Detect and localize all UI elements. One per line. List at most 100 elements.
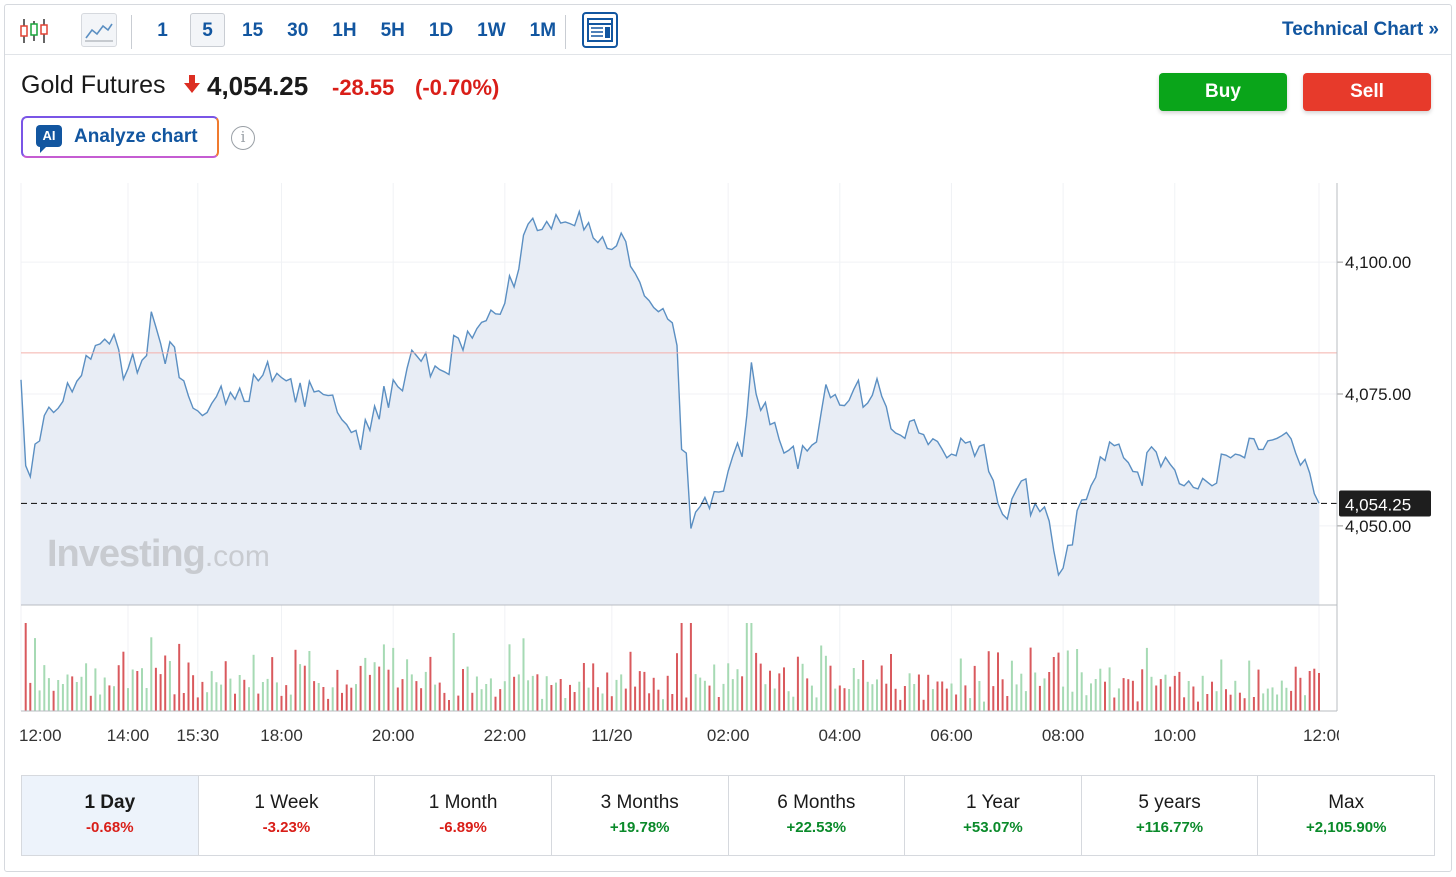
volume-bar — [699, 677, 702, 711]
watermark-suffix: .com — [204, 540, 270, 573]
volume-bar — [1127, 679, 1130, 711]
volume-bar — [680, 623, 683, 711]
volume-bar — [234, 693, 236, 711]
volume-bar — [1211, 681, 1213, 711]
volume-bar — [573, 692, 576, 711]
volume-bar — [801, 663, 804, 711]
volume-bar — [1266, 688, 1269, 711]
volume-bar — [806, 678, 809, 711]
volume-bar — [38, 690, 41, 711]
period-1-year[interactable]: 1 Year +53.07% — [905, 776, 1082, 855]
volume-bar — [992, 686, 995, 711]
volume-bar — [66, 674, 69, 711]
axis-edge-mask — [1339, 721, 1451, 751]
volume-bar — [750, 623, 753, 711]
volume-bar — [71, 676, 74, 711]
volume-bar — [187, 662, 190, 711]
volume-bar — [708, 685, 711, 711]
volume-bar — [955, 694, 958, 711]
volume-bar — [303, 665, 306, 711]
volume-bar — [876, 679, 878, 711]
volume-bar — [1308, 671, 1311, 711]
period-label: 1 Year — [965, 792, 1020, 813]
volume-bar — [29, 682, 32, 711]
period-1-month[interactable]: 1 Month -6.89% — [375, 776, 552, 855]
period-label: 6 Months — [777, 792, 856, 813]
volume-bar — [796, 656, 799, 711]
volume-bar — [57, 680, 60, 711]
volume-bar — [229, 678, 232, 711]
volume-bar — [1164, 674, 1167, 711]
volume-bar — [648, 693, 651, 711]
volume-bar — [866, 681, 869, 711]
volume-bar — [736, 669, 739, 711]
volume-bar — [917, 674, 920, 711]
period-1-day[interactable]: 1 Day -0.68% — [22, 776, 199, 855]
volume-bar — [266, 678, 269, 711]
volume-bar — [629, 651, 632, 711]
period-max[interactable]: Max +2,105.90% — [1258, 776, 1434, 855]
volume-bar — [1280, 680, 1283, 711]
volume-bar — [336, 669, 339, 711]
volume-bar — [689, 623, 692, 711]
volume-bar — [1052, 657, 1055, 711]
volume-bar — [322, 687, 325, 711]
period-1-week[interactable]: 1 Week -3.23% — [199, 776, 376, 855]
volume-bar — [531, 675, 534, 711]
volume-bar — [261, 682, 264, 711]
volume-bar — [466, 666, 469, 711]
period-change: +19.78% — [609, 819, 670, 836]
chart-widget: 1 5 15 30 1H 5H 1D 1W 1M Technical Chart » Gold … — [4, 4, 1452, 872]
volume-bar — [1043, 678, 1046, 711]
volume-bars — [24, 623, 1320, 711]
volume-bar — [545, 676, 548, 711]
volume-bar — [1076, 649, 1079, 711]
volume-bar — [438, 682, 441, 711]
watermark-brand: Investing — [47, 533, 206, 575]
volume-bar — [652, 677, 655, 711]
volume-bar — [396, 687, 399, 711]
volume-bar — [415, 681, 418, 711]
volume-bar — [1187, 681, 1190, 711]
volume-bar — [899, 699, 902, 711]
volume-bar — [978, 681, 981, 711]
volume-bar — [220, 684, 223, 711]
volume-bar — [931, 689, 934, 711]
period-5-years[interactable]: 5 years +116.77% — [1082, 776, 1259, 855]
period-6-months[interactable]: 6 Months +22.53% — [729, 776, 906, 855]
period-change: +53.07% — [963, 819, 1023, 836]
volume-bar — [1299, 677, 1302, 711]
volume-bar — [848, 689, 851, 711]
volume-bar — [373, 662, 376, 711]
volume-bar — [722, 683, 725, 711]
period-change: -3.23% — [262, 819, 311, 836]
volume-bar — [913, 684, 916, 711]
price-chart[interactable]: 4,100.00 4,075.00 4,050.00 4,054.25 12:00 14:… — [5, 5, 1451, 765]
volume-bar — [1206, 694, 1209, 711]
volume-bar — [871, 684, 874, 711]
volume-bar — [1010, 660, 1013, 711]
volume-bar — [1024, 691, 1027, 711]
volume-bar — [1234, 680, 1237, 711]
volume-bar — [275, 682, 278, 711]
volume-bar — [1001, 679, 1004, 711]
volume-bar — [964, 685, 967, 711]
volume-bar — [834, 688, 837, 711]
volume-bar — [936, 681, 939, 711]
volume-bar — [1243, 698, 1246, 711]
period-3-months[interactable]: 3 Months +19.78% — [552, 776, 729, 855]
volume-bar — [117, 665, 120, 711]
volume-bar — [252, 654, 255, 711]
volume-bar — [368, 674, 371, 711]
x-tick-label: 04:00 — [819, 726, 862, 745]
volume-bar — [448, 700, 450, 711]
volume-bar — [154, 667, 157, 711]
volume-bar — [313, 681, 316, 711]
volume-bar — [1238, 692, 1241, 711]
volume-bar — [643, 671, 646, 711]
volume-bar — [1034, 672, 1037, 711]
volume-bar — [997, 652, 999, 711]
volume-bar — [1136, 701, 1139, 711]
volume-bar — [685, 697, 688, 711]
volume-bar — [80, 676, 83, 711]
